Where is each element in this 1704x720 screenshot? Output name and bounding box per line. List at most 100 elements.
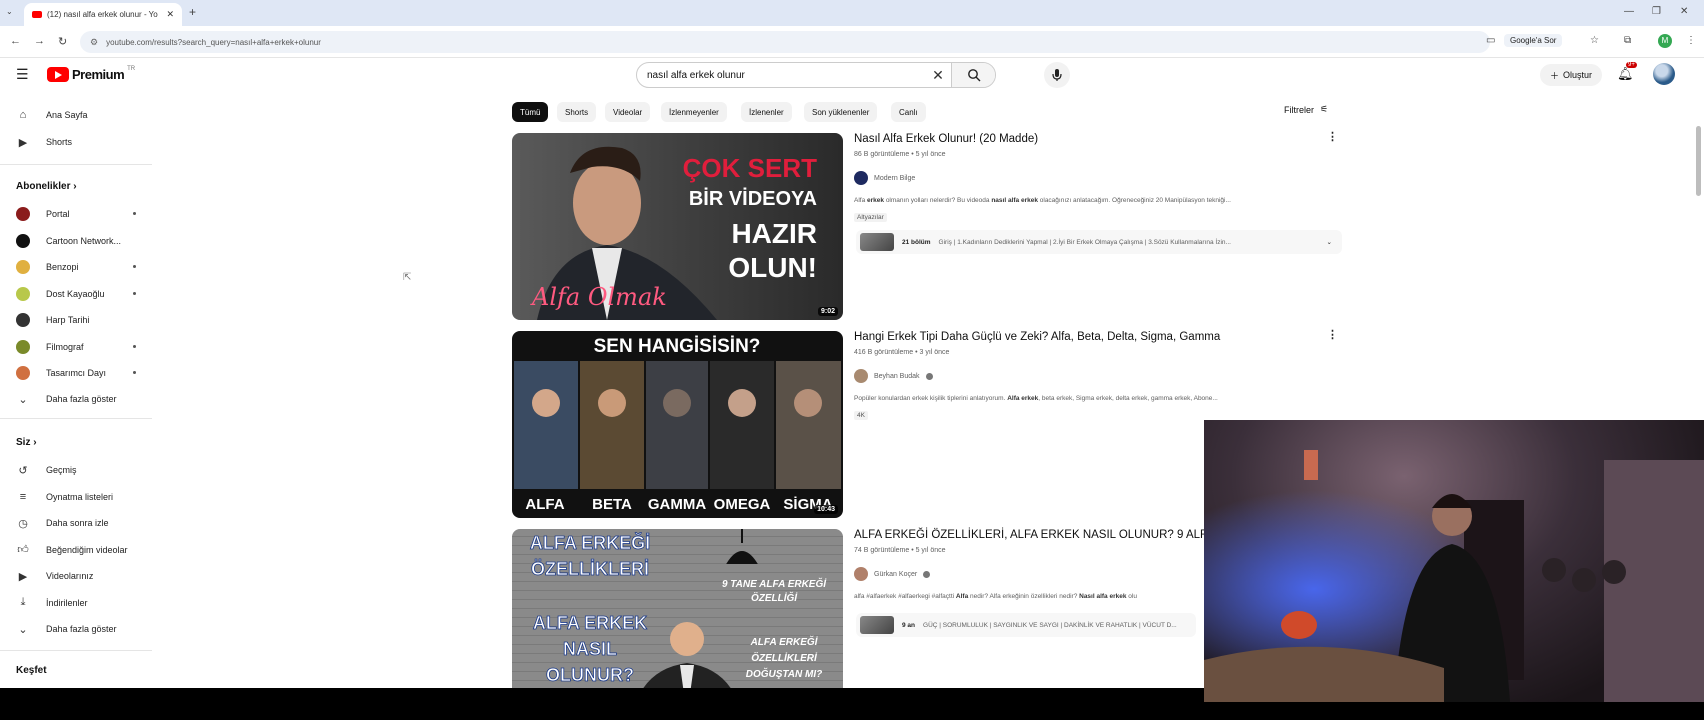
google-ask-button[interactable]: Google'a Sor	[1504, 34, 1563, 47]
video-thumbnail[interactable]: ALFA ERKEĞİ ÖZELLİKLERİ ALFA ERKEK NASIL…	[512, 529, 843, 688]
chapters-row[interactable]: 9 an GÜÇ | SORUMLULUK | SAYGINLIK VE SAY…	[856, 613, 1196, 637]
video-title[interactable]: ALFA ERKEĞİ ÖZELLİKLERİ, ALFA ERKEK NASI…	[854, 529, 1214, 541]
browser-tab[interactable]: (12) nasıl alfa erkek olunur - Yo ✕	[24, 3, 182, 26]
sidebar-item-label: İndirilenler	[46, 597, 88, 608]
search-button[interactable]	[951, 63, 995, 87]
tab-search-icon[interactable]: ⌄	[6, 7, 13, 16]
sidebar-subscription-item[interactable]: Portal	[16, 204, 136, 224]
voice-search-button[interactable]	[1044, 62, 1070, 88]
back-icon[interactable]: ←	[10, 35, 21, 47]
filter-chip[interactable]: Tümü	[512, 102, 549, 122]
more-options-icon[interactable]: ⋮	[1327, 328, 1338, 341]
site-info-icon[interactable]: ⚙	[90, 37, 98, 48]
channel-link[interactable]: Modern Bilge	[854, 171, 915, 185]
video-title[interactable]: Nasıl Alfa Erkek Olunur! (20 Madde)	[854, 133, 1038, 145]
sidebar-item-label: Shorts	[46, 137, 73, 147]
sidebar-show-more-subs[interactable]: ⌄ Daha fazla göster	[16, 389, 136, 409]
desc-text: Alfa	[854, 197, 868, 204]
sidebar-subscription-item[interactable]: Dost Kayaoğlu	[16, 284, 136, 304]
chapters-row[interactable]: 21 bölüm Giriş | 1.Kadınların Dediklerin…	[856, 230, 1342, 254]
browser-menu-icon[interactable]: ⋮	[1686, 35, 1696, 46]
channel-avatar	[16, 286, 30, 301]
webcam-overlay	[1204, 420, 1704, 702]
cast-icon[interactable]: ▭	[1486, 35, 1495, 46]
page-scrollbar[interactable]	[1696, 126, 1701, 196]
you-heading[interactable]: Siz ›	[16, 437, 37, 448]
webcam-scene	[1204, 420, 1704, 702]
expand-chevron-icon[interactable]: ⌄	[1327, 238, 1332, 246]
omnibox[interactable]: ⚙ youtube.com/results?search_query=nasıl…	[80, 31, 1490, 53]
your-videos-icon: ▶	[18, 570, 28, 583]
account-avatar[interactable]	[1653, 63, 1675, 85]
sidebar-subscription-item[interactable]: Tasarımcı Dayı	[16, 363, 136, 383]
thumbnail-label: BETA	[592, 496, 632, 513]
sidebar-item-label: Harp Tarihi	[46, 315, 90, 325]
new-tab-button[interactable]: +	[189, 5, 196, 19]
video-description: Alfa erkek olmanın yolları nelerdir? Bu …	[854, 197, 1314, 204]
tab-close-icon[interactable]: ✕	[166, 9, 174, 20]
filter-chip[interactable]: Canlı	[891, 102, 926, 122]
filter-chip[interactable]: Shorts	[557, 102, 597, 122]
search-input[interactable]: nasıl alfa erkek olunur	[637, 70, 925, 81]
chapter-thumbnail	[860, 233, 894, 251]
minimize-icon[interactable]: —	[1624, 6, 1634, 17]
desc-text: nedir? Alfa erkeğinin özellikleri nedir?	[968, 593, 1080, 600]
sidebar-item-your-videos[interactable]: ▶ Videolarınız	[16, 566, 136, 586]
window-close-icon[interactable]: ✕	[1680, 6, 1688, 17]
filter-chip[interactable]: Videolar	[605, 102, 651, 122]
chapters-count: 9 an	[902, 621, 916, 629]
youtube-premium-logo[interactable]: Premium TR	[47, 66, 135, 82]
browser-profile-avatar[interactable]: M	[1658, 34, 1672, 48]
create-button[interactable]: ＋ Oluştur	[1540, 64, 1603, 86]
desc-text: olu	[1126, 593, 1137, 600]
filter-chip[interactable]: Son yüklenenler	[804, 102, 878, 122]
sidebar-item-playlist[interactable]: ≡ Oynatma listeleri	[16, 487, 136, 507]
sidebar-subscription-item[interactable]: Cartoon Network...	[16, 231, 136, 251]
sidebar-item-shorts[interactable]: ▶ Shorts	[16, 132, 136, 152]
bookmark-star-icon[interactable]: ☆	[1590, 35, 1599, 46]
thumbnail-line: BİR VİDEOYA	[689, 187, 817, 210]
filters-button[interactable]: Filtreler ⚟	[1284, 104, 1328, 115]
sidebar-divider	[0, 418, 152, 419]
url-text: youtube.com/results?search_query=nasıl+a…	[106, 37, 321, 47]
filter-chip[interactable]: İzlenenler	[741, 102, 792, 122]
maximize-icon[interactable]: ❐	[1652, 6, 1661, 17]
sidebar-subscription-item[interactable]: Filmograf	[16, 337, 136, 357]
extensions-icon[interactable]: ⧉	[1624, 35, 1631, 46]
sidebar-item-home[interactable]: ⌂ Ana Sayfa	[16, 105, 136, 125]
clear-search-icon[interactable]: ✕	[925, 67, 951, 84]
sidebar-item-watch-later[interactable]: ◷ Daha sonra izle	[16, 513, 136, 533]
sidebar-item-label: Filmograf	[46, 341, 84, 352]
shorts-icon: ▶	[18, 136, 28, 149]
video-thumbnail[interactable]: ÇOK SERT BİR VİDEOYA HAZIR OLUN! Alfa Ol…	[512, 133, 843, 320]
thumbnail-portraits	[514, 361, 841, 489]
forward-icon[interactable]: →	[34, 35, 45, 47]
hamburger-menu-icon[interactable]: ☰	[16, 66, 29, 83]
video-thumbnail[interactable]: SEN HANGİSİSİN? ALFA BETA GAMMA OMEGA Sİ…	[512, 331, 843, 518]
more-options-icon[interactable]: ⋮	[1327, 130, 1338, 143]
chapters-text: Giriş | 1.Kadınların Dediklerini Yapmal …	[938, 238, 1231, 246]
sidebar-item-label: Cartoon Network...	[46, 235, 122, 246]
sidebar-subscription-item[interactable]: Benzopi	[16, 257, 136, 277]
chapter-thumbnail	[860, 616, 894, 634]
desc-highlight: Alfa	[955, 593, 969, 600]
sidebar-item-download[interactable]: ⤓ İndirilenler	[16, 593, 136, 613]
filter-sliders-icon: ⚟	[1320, 104, 1329, 114]
reload-icon[interactable]: ↻	[58, 35, 67, 48]
channel-link[interactable]: Gürkan Koçer	[854, 567, 931, 581]
subscriptions-heading[interactable]: Abonelikler ›	[16, 181, 77, 192]
channel-link[interactable]: Beyhan Budak	[854, 369, 933, 383]
sidebar-item-label: Oynatma listeleri	[46, 491, 114, 502]
search-icon	[967, 69, 980, 82]
desc-highlight: Alfa erkek	[1007, 395, 1039, 402]
channel-avatar	[16, 313, 30, 327]
sidebar-item-like[interactable]: 👍︎ Beğendiğim videolar	[16, 540, 136, 560]
sidebar-subscription-item[interactable]: Harp Tarihi	[16, 310, 136, 330]
notifications-bell-icon[interactable]: 🔔︎ 9+	[1617, 62, 1637, 82]
playlist-icon: ≡	[19, 490, 27, 503]
video-title[interactable]: Hangi Erkek Tipi Daha Güçlü ve Zeki? Alf…	[854, 331, 1220, 343]
sidebar-show-more-you[interactable]: ⌄ Daha fazla göster	[16, 619, 136, 639]
logo-text: Premium	[72, 67, 125, 82]
sidebar-item-history[interactable]: ↺ Geçmiş	[16, 460, 136, 480]
filter-chip[interactable]: İzlenmeyenler	[661, 102, 727, 122]
